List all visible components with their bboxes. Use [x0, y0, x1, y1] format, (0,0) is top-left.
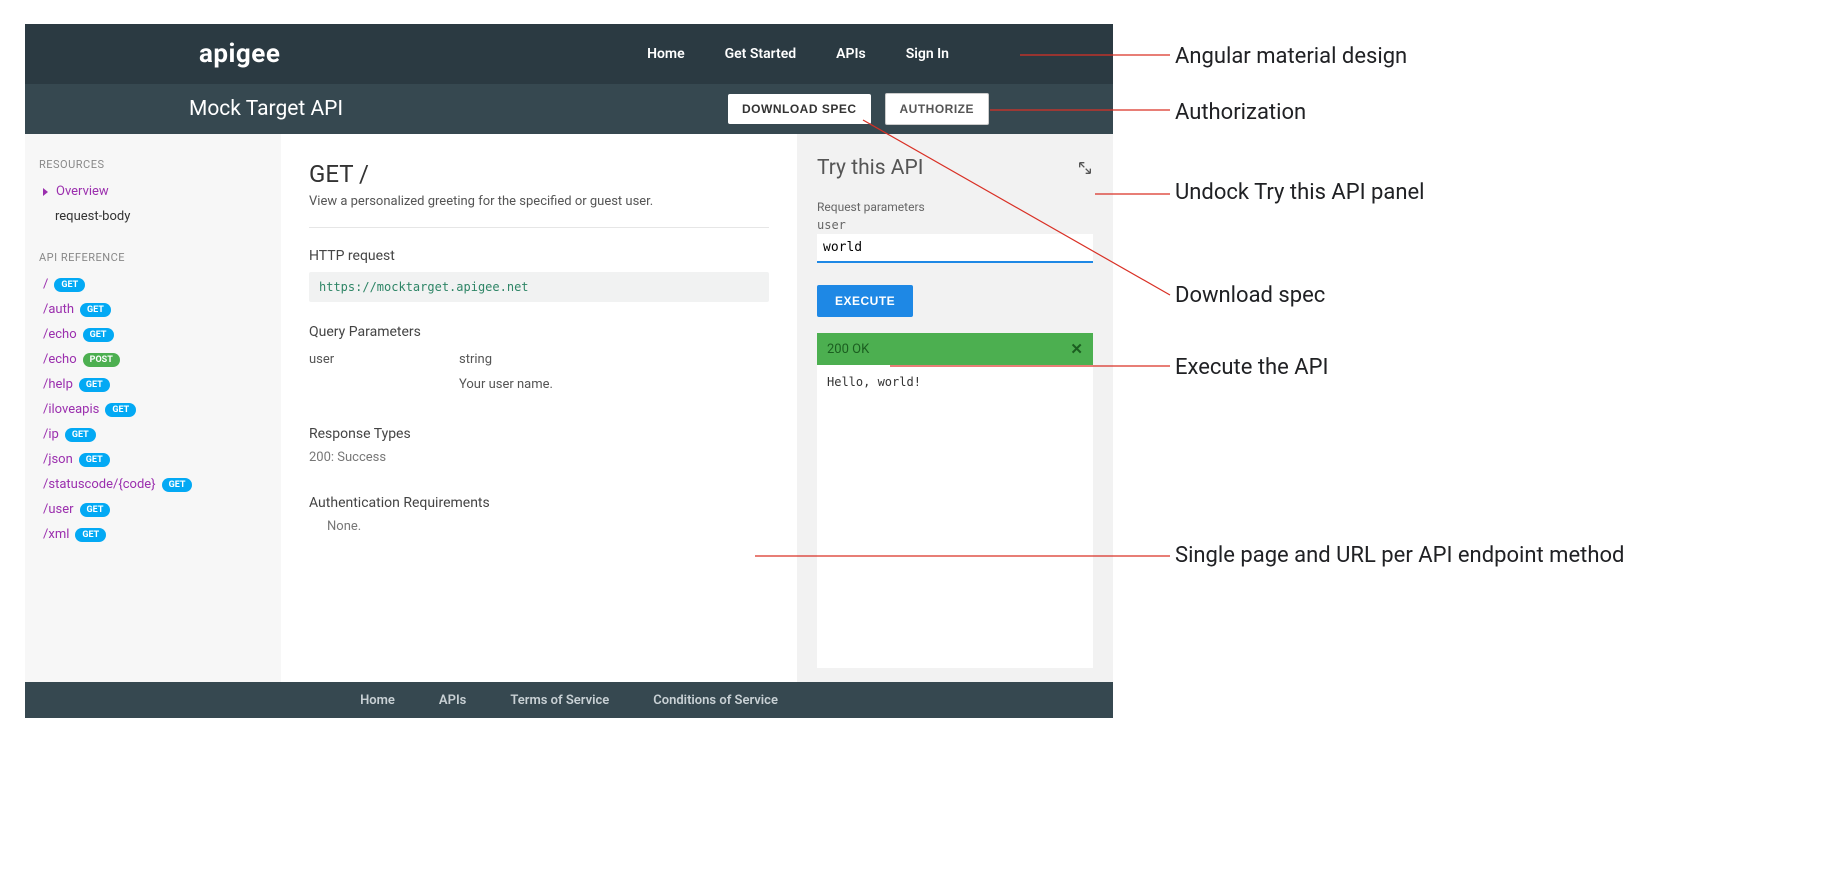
sidebar-item-label: Overview — [56, 184, 109, 199]
close-icon[interactable]: ✕ — [1070, 340, 1083, 358]
execute-button[interactable]: EXECUTE — [817, 285, 913, 317]
http-request-url: https://mocktarget.apigee.net — [309, 272, 769, 302]
nav-get-started[interactable]: Get Started — [725, 46, 797, 62]
try-api-panel: Try this API Request parameters user EXE… — [797, 134, 1113, 682]
footer-tos[interactable]: Terms of Service — [510, 693, 609, 708]
footer-apis[interactable]: APIs — [439, 693, 466, 708]
method-badge: GET — [79, 378, 110, 392]
sidebar-api-item[interactable]: /xml GET — [39, 522, 267, 547]
param-type: string — [459, 352, 553, 367]
brand-logo: apigee — [199, 39, 280, 69]
annotation-execute: Execute the API — [1175, 355, 1328, 380]
method-badge: GET — [162, 478, 193, 492]
top-nav: Home Get Started APIs Sign In — [647, 46, 949, 62]
body-area: RESOURCES Overview request-body API REFE… — [25, 134, 1113, 682]
method-badge: GET — [105, 403, 136, 417]
auth-req-heading: Authentication Requirements — [309, 495, 769, 511]
sidebar-item-path: /iloveapis — [43, 402, 99, 417]
sidebar-item-path: /ip — [43, 427, 59, 442]
method-badge: GET — [65, 428, 96, 442]
response-body: Hello, world! — [817, 365, 1093, 668]
sidebar-item-label: request-body — [55, 209, 130, 224]
method-badge: GET — [80, 503, 111, 517]
param-name: user — [309, 352, 369, 392]
main-content: GET / View a personalized greeting for t… — [281, 134, 797, 682]
footer-home[interactable]: Home — [360, 693, 395, 708]
param-description: Your user name. — [459, 377, 553, 392]
method-badge: GET — [54, 278, 85, 292]
page-title: Mock Target API — [189, 97, 343, 121]
sidebar-item-path: /json — [43, 452, 73, 467]
query-param-row: user string Your user name. — [309, 348, 769, 396]
method-badge: GET — [75, 528, 106, 542]
annotation-undock: Undock Try this API panel — [1175, 180, 1425, 205]
method-badge: POST — [83, 353, 120, 367]
param-field-label: user — [817, 218, 1093, 232]
param-user-input[interactable] — [817, 234, 1093, 263]
nav-sign-in[interactable]: Sign In — [906, 46, 949, 62]
app-window: apigee Home Get Started APIs Sign In Moc… — [25, 24, 1113, 718]
annotation-download: Download spec — [1175, 283, 1325, 308]
sidebar-api-item[interactable]: /json GET — [39, 447, 267, 472]
sidebar-item-path: /echo — [43, 327, 77, 342]
method-badge: GET — [79, 453, 110, 467]
sidebar-item-overview[interactable]: Overview — [39, 179, 267, 204]
sidebar-api-item[interactable]: /echo POST — [39, 347, 267, 372]
authorize-button[interactable]: AUTHORIZE — [885, 93, 990, 125]
response-types-heading: Response Types — [309, 426, 769, 442]
try-api-title: Try this API — [817, 156, 923, 180]
sidebar: RESOURCES Overview request-body API REFE… — [25, 134, 281, 682]
response-status-text: 200 OK — [827, 342, 869, 357]
sidebar-heading-apiref: API REFERENCE — [39, 251, 267, 264]
top-bar: apigee Home Get Started APIs Sign In — [25, 24, 1113, 84]
query-params-heading: Query Parameters — [309, 324, 769, 340]
sidebar-item-path: /echo — [43, 352, 77, 367]
sidebar-heading-resources: RESOURCES — [39, 158, 267, 171]
sidebar-item-path: /user — [43, 502, 74, 517]
sidebar-item-path: / — [43, 277, 48, 292]
http-request-heading: HTTP request — [309, 248, 769, 264]
sidebar-api-item[interactable]: /statuscode/{code} GET — [39, 472, 267, 497]
response-status-bar: 200 OK ✕ — [817, 333, 1093, 365]
nav-home[interactable]: Home — [647, 46, 685, 62]
sidebar-api-item[interactable]: / GET — [39, 272, 267, 297]
annotation-authorization: Authorization — [1175, 100, 1306, 125]
footer: Home APIs Terms of Service Conditions of… — [25, 682, 1113, 718]
sidebar-api-item[interactable]: /help GET — [39, 372, 267, 397]
endpoint-title: GET / — [309, 160, 769, 188]
sidebar-item-path: /help — [43, 377, 73, 392]
annotation-material: Angular material design — [1175, 44, 1407, 69]
request-params-label: Request parameters — [817, 200, 1093, 214]
annotation-singlepage: Single page and URL per API endpoint met… — [1175, 543, 1624, 568]
sidebar-item-path: /auth — [43, 302, 74, 317]
divider — [309, 227, 769, 228]
sidebar-item-path: /xml — [43, 527, 69, 542]
sidebar-api-item[interactable]: /iloveapis GET — [39, 397, 267, 422]
sub-bar: Mock Target API DOWNLOAD SPEC AUTHORIZE — [25, 84, 1113, 134]
endpoint-description: View a personalized greeting for the spe… — [309, 194, 769, 209]
response-types-value: 200: Success — [309, 450, 769, 465]
nav-apis[interactable]: APIs — [836, 46, 866, 62]
sidebar-api-item[interactable]: /ip GET — [39, 422, 267, 447]
sidebar-item-request-body[interactable]: request-body — [39, 204, 267, 229]
auth-req-value: None. — [327, 519, 769, 534]
download-spec-button[interactable]: DOWNLOAD SPEC — [728, 94, 871, 124]
footer-cos[interactable]: Conditions of Service — [653, 693, 778, 708]
sidebar-api-item[interactable]: /user GET — [39, 497, 267, 522]
sidebar-api-item[interactable]: /auth GET — [39, 297, 267, 322]
method-badge: GET — [83, 328, 114, 342]
undock-icon[interactable] — [1077, 160, 1093, 176]
method-badge: GET — [80, 303, 111, 317]
sidebar-api-item[interactable]: /echo GET — [39, 322, 267, 347]
caret-icon — [43, 188, 48, 196]
sidebar-item-path: /statuscode/{code} — [43, 477, 156, 492]
